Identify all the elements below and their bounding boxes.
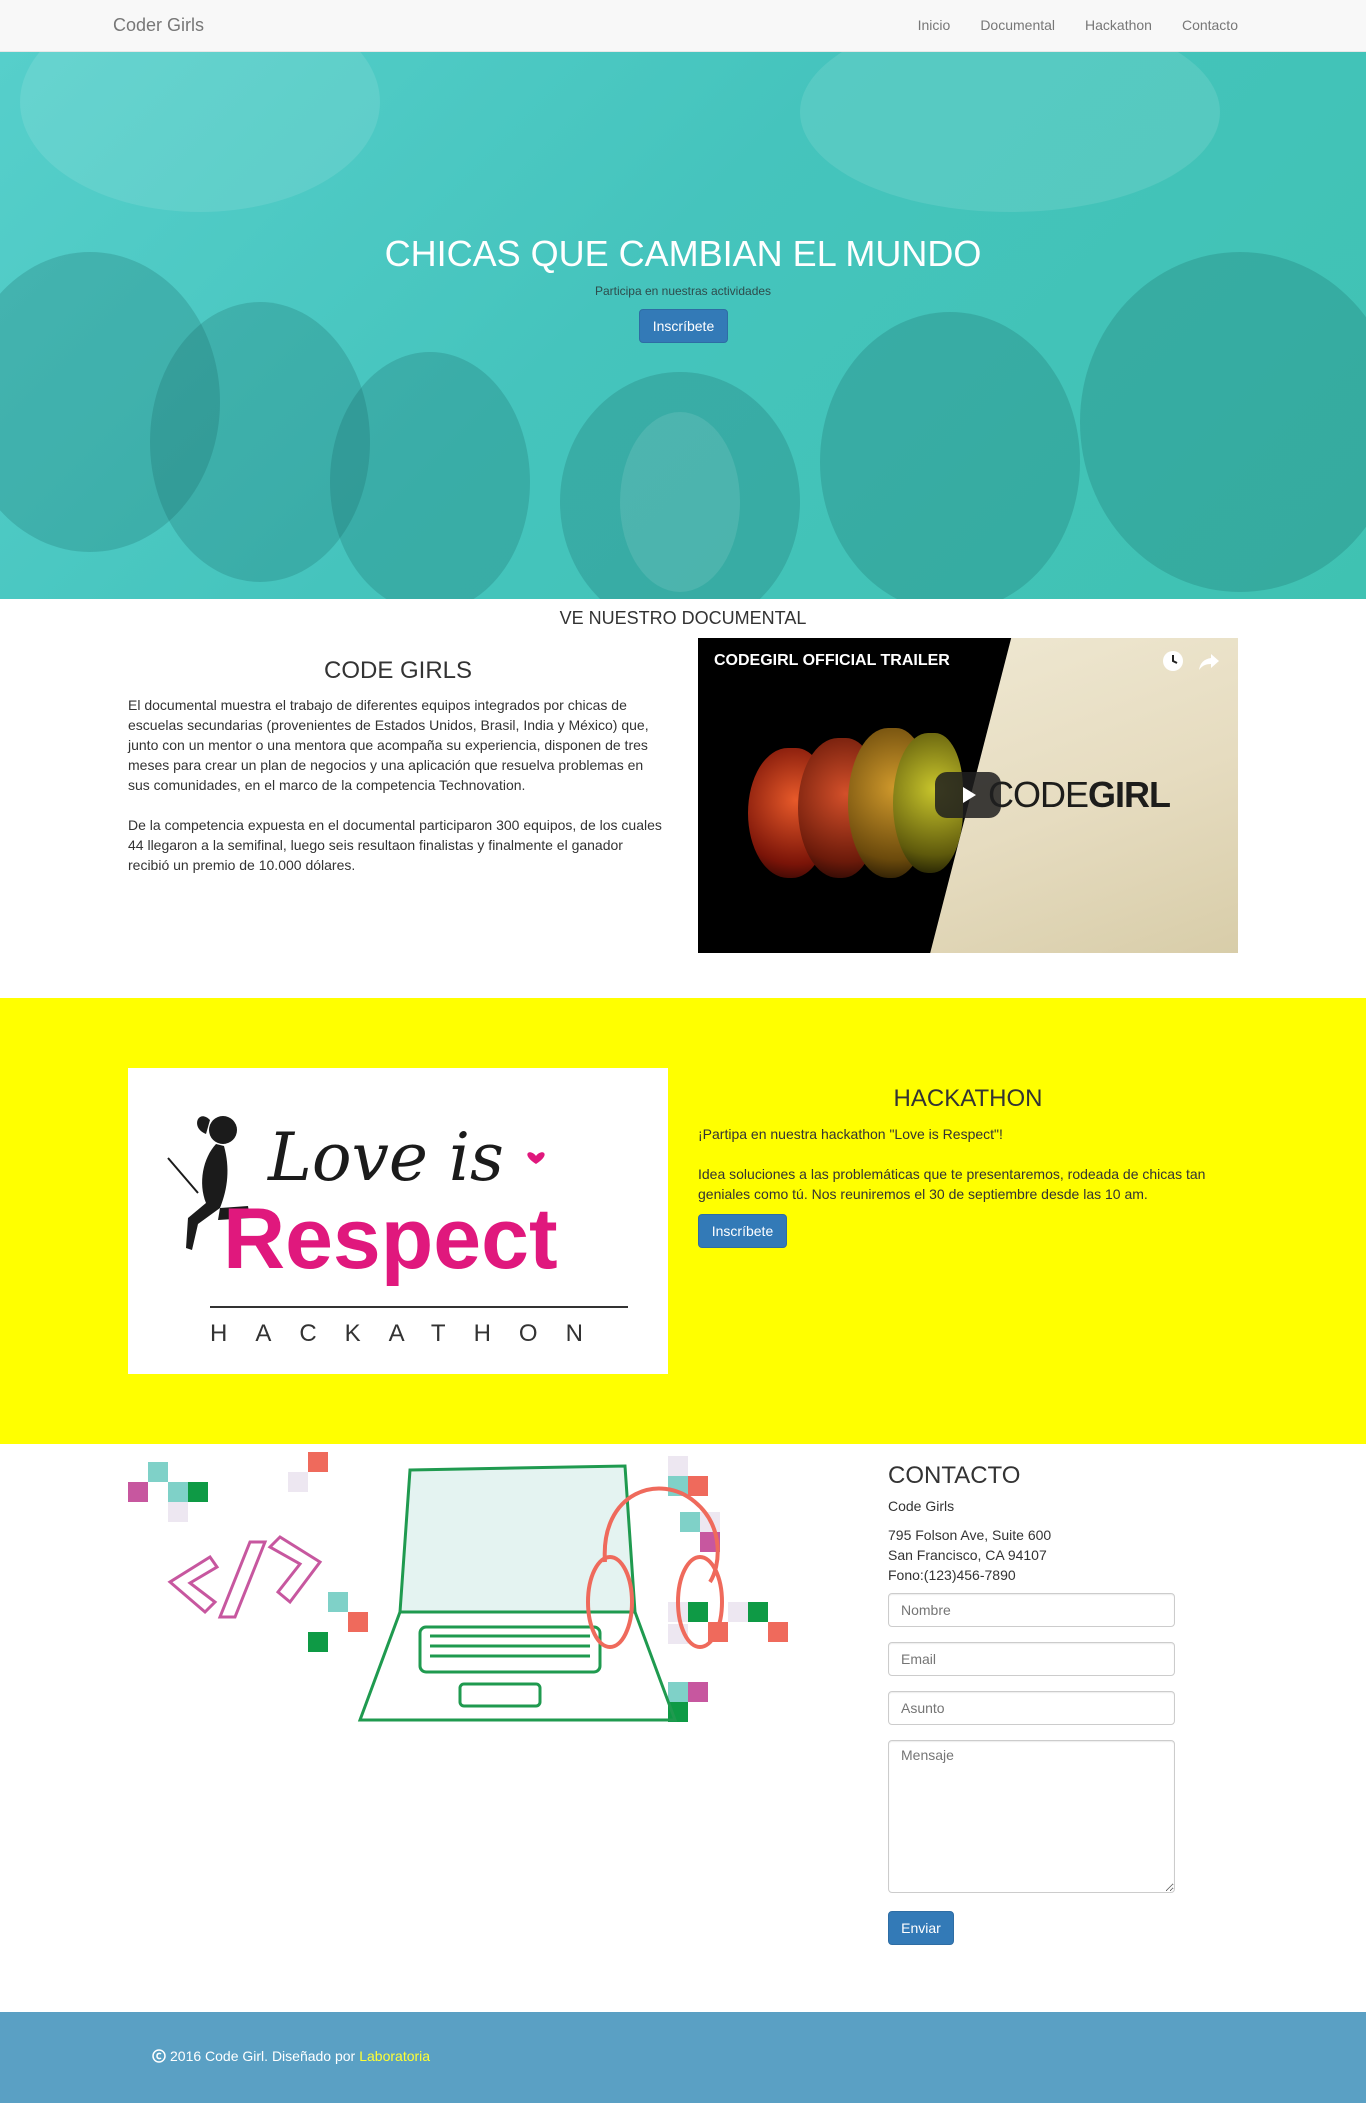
nav-item-inicio[interactable]: Inicio (918, 17, 951, 33)
footer-laboratoria-link[interactable]: Laboratoria (359, 2048, 430, 2064)
watch-later-icon[interactable] (1162, 650, 1184, 677)
navbar: Coder Girls Inicio Documental Hackathon … (0, 0, 1366, 52)
hackathon-title: HACKATHON (893, 1085, 1043, 1112)
video-logo-code: CODE (988, 774, 1089, 815)
nav-item-hackathon[interactable]: Hackathon (1085, 17, 1152, 33)
footer-copyright: 2016 Code Girl. Diseñado por (170, 2048, 356, 2064)
video-actions (1162, 650, 1220, 677)
footer-text: 2016 Code Girl. Diseñado por Laboratoria (152, 2048, 430, 2064)
logo-love-is-text: Love is (267, 1119, 504, 1196)
brand-logo[interactable]: Coder Girls (113, 15, 204, 36)
footer: 2016 Code Girl. Diseñado por Laboratoria (0, 2012, 1366, 2103)
logo-hackathon-text: HACKATHON (210, 1320, 611, 1347)
video-title[interactable]: CODEGIRL OFFICIAL TRAILER (714, 652, 950, 670)
logo-respect-text: Respect (223, 1191, 558, 1287)
address-line: San Francisco, CA 94107 (888, 1547, 1047, 1563)
contact-illustration (120, 1452, 860, 1742)
address-line: Fono:(123)456-7890 (888, 1567, 1016, 1583)
video-logo: CODEGIRL (988, 774, 1171, 816)
email-input[interactable] (888, 1642, 1175, 1676)
hero-bg-shape (820, 312, 1080, 599)
play-icon (963, 787, 976, 803)
name-input[interactable] (888, 1593, 1175, 1627)
hero-bg-shape (330, 352, 530, 599)
hackathon-section: Love is Respect HACKATHON HACKATHON ¡Par… (0, 998, 1366, 1444)
hero-signup-button[interactable]: Inscríbete (639, 309, 728, 343)
contact-title: CONTACTO (888, 1462, 1021, 1489)
nav-item-documental[interactable]: Documental (980, 17, 1055, 33)
documental-description: El documental muestra el trabajo de dife… (128, 695, 668, 895)
address-line: 795 Folson Ave, Suite 600 (888, 1527, 1052, 1543)
hero-title: CHICAS QUE CAMBIAN EL MUNDO (384, 233, 982, 274)
video-thumbnail-faces (738, 708, 988, 928)
hero-bg-shape (620, 412, 740, 592)
video-player[interactable]: CODEGIRL OFFICIAL TRAILER CODEGIRL (698, 638, 1238, 953)
send-button[interactable]: Enviar (888, 1911, 954, 1945)
hero-bg-shape (20, 52, 380, 212)
love-is-respect-logo: Love is Respect HACKATHON (128, 1068, 668, 1374)
play-button[interactable] (935, 772, 1001, 818)
hackathon-paragraph: Idea soluciones a las problemáticas que … (698, 1166, 1206, 1202)
share-icon[interactable] (1198, 650, 1220, 677)
hackathon-paragraph: ¡Partipa en nuestra hackathon "Love is R… (698, 1126, 1003, 1142)
copyright-icon (152, 2049, 166, 2063)
hero-subtitle: Participa en nuestras actividades (594, 284, 772, 298)
documental-heading: VE NUESTRO DOCUMENTAL (559, 608, 807, 628)
message-textarea[interactable] (888, 1740, 1175, 1893)
video-logo-girl: GIRL (1088, 774, 1171, 815)
documental-paragraph: El documental muestra el trabajo de dife… (128, 697, 649, 793)
nav-item-contacto[interactable]: Contacto (1182, 17, 1238, 33)
hero-bg-shape (800, 52, 1220, 212)
contact-org-name: Code Girls (888, 1498, 955, 1514)
nav-menu: Inicio Documental Hackathon Contacto (918, 17, 1238, 33)
subject-input[interactable] (888, 1691, 1175, 1725)
contact-address: 795 Folson Ave, Suite 600 San Francisco,… (888, 1525, 1051, 1585)
hackathon-signup-button[interactable]: Inscríbete (698, 1214, 787, 1248)
documental-paragraph: De la competencia expuesta en el documen… (128, 817, 662, 873)
hackathon-description: ¡Partipa en nuestra hackathon "Love is R… (698, 1124, 1238, 1224)
hero-bg-shape (1080, 252, 1366, 592)
hero-banner: CHICAS QUE CAMBIAN EL MUNDO Participa en… (0, 52, 1366, 599)
documental-title: CODE GIRLS (323, 657, 473, 684)
